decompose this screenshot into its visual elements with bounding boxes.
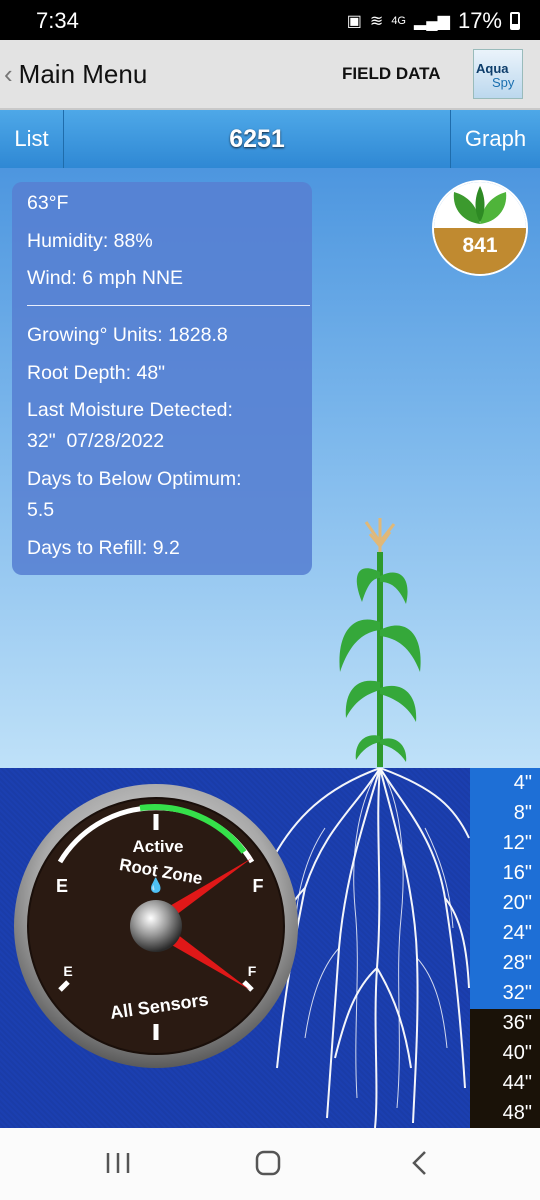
depth-label: 36" <box>502 1012 532 1034</box>
gauge-hub <box>130 900 182 952</box>
sim-icon: ▣ <box>346 13 362 30</box>
tab-graph[interactable]: Graph <box>450 110 540 168</box>
back-icon[interactable] <box>400 1148 440 1178</box>
probe-id-title: 6251 <box>229 124 285 153</box>
depth-label: 20" <box>502 892 532 914</box>
depth-label: 16" <box>502 862 532 884</box>
tassel-icon <box>364 518 396 552</box>
depth-label: 8" <box>513 802 532 824</box>
crop-status-badge[interactable]: 841 <box>432 180 528 276</box>
status-icons: ▣ ≋ 4G ▂▄▆ 17% <box>347 8 520 34</box>
depth-scale: 4" 8" 12" 16" 20" 24" 28" 32" 36" 40" 44… <box>470 768 540 1128</box>
main-menu-label: Main Menu <box>18 58 148 89</box>
divider <box>27 305 310 306</box>
days-below-optimum-label: Days to Below Optimum: <box>27 468 242 490</box>
depth-label: 12" <box>502 832 532 854</box>
tab-list[interactable]: List <box>0 110 64 168</box>
battery-percent: 17% <box>457 8 502 33</box>
logo-text-spy: Spy <box>492 75 515 90</box>
days-to-refill: Days to Refill: 9.2 <box>27 537 180 559</box>
recent-apps-icon[interactable] <box>98 1148 138 1178</box>
main-menu-back-button[interactable]: ‹ Main Menu <box>4 56 147 92</box>
gauge-empty-bottom: E <box>63 963 72 979</box>
moisture-gauge[interactable]: Active Root Zone 💧 E F E F All Sensors <box>10 780 302 1072</box>
status-bar: 7:34 ▣ ≋ 4G ▂▄▆ 17% <box>0 0 540 40</box>
corn-plant-illustration <box>339 518 421 767</box>
depth-label: 44" <box>502 1072 532 1094</box>
water-drop-icon: 💧 <box>147 877 164 894</box>
last-moisture-label: Last Moisture Detected: <box>27 399 233 421</box>
depth-label: 40" <box>502 1042 532 1064</box>
humidity: Humidity: 88% <box>27 230 153 252</box>
gauge-label-active: Active <box>132 837 183 856</box>
network-type: 4G <box>391 15 406 27</box>
gauge-full-bottom: F <box>248 963 257 979</box>
gauge-empty-top: E <box>56 876 68 896</box>
aquaspy-logo: Aqua Spy <box>473 49 523 99</box>
chevron-left-icon: ‹ <box>4 58 13 89</box>
depth-label: 32" <box>502 982 532 1004</box>
depth-label: 24" <box>502 922 532 944</box>
leaves-icon <box>453 186 507 224</box>
badge-value: 841 <box>462 234 498 257</box>
wind: Wind: 6 mph NNE <box>27 267 184 289</box>
wifi-icon: ≋ <box>369 13 384 30</box>
tab-bar: List 6251 Graph <box>0 110 540 168</box>
battery-icon <box>510 12 520 30</box>
depth-label: 4" <box>513 772 532 794</box>
gauge-full-top: F <box>253 876 264 896</box>
app-header: ‹ Main Menu FIELD DATA <box>0 40 540 110</box>
field-info-panel: 63°F Humidity: 88% Wind: 6 mph NNE Growi… <box>12 182 312 575</box>
page-title: FIELD DATA <box>342 64 441 83</box>
last-moisture-value: 32" 07/28/2022 <box>27 430 165 452</box>
system-nav-bar <box>0 1128 540 1200</box>
status-time: 7:34 <box>36 8 79 33</box>
days-below-optimum-value: 5.5 <box>27 499 55 521</box>
home-icon[interactable] <box>248 1148 288 1178</box>
depth-label: 48" <box>502 1102 532 1124</box>
growing-units: Growing° Units: 1828.8 <box>27 324 228 346</box>
temperature: 63°F <box>27 192 69 214</box>
root-depth: Root Depth: 48" <box>27 362 166 384</box>
depth-label: 28" <box>502 952 532 974</box>
signal-icon: ▂▄▆ <box>414 13 450 30</box>
logo-text-aqua: Aqua <box>476 61 509 76</box>
badge-top <box>434 182 526 228</box>
